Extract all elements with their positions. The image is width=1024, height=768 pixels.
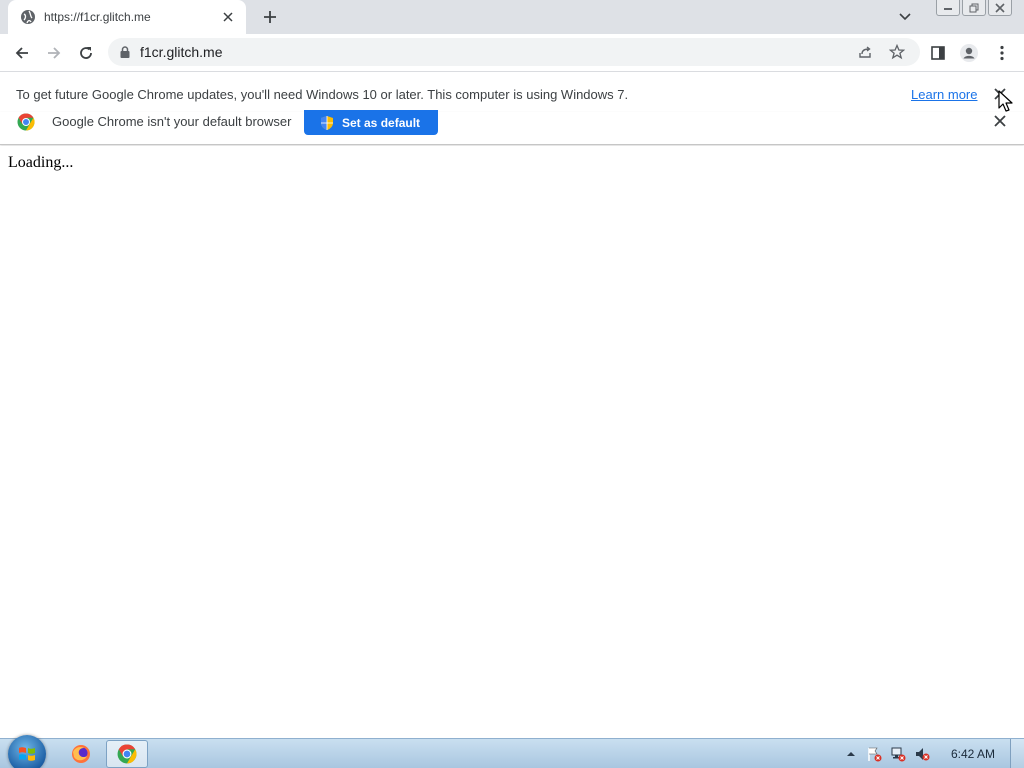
close-icon[interactable] [991, 112, 1009, 130]
taskbar-chrome[interactable] [106, 740, 148, 768]
show-hidden-icons-arrow-icon[interactable] [843, 746, 859, 762]
loading-text: Loading... [8, 154, 74, 171]
mouse-cursor-icon [998, 90, 1013, 112]
windows-logo-icon [19, 747, 35, 761]
tab-close-icon[interactable] [220, 9, 236, 25]
url-text: f1cr.glitch.me [140, 44, 223, 60]
new-tab-button[interactable] [258, 6, 282, 28]
profile-avatar-icon[interactable] [956, 40, 982, 66]
tab-active[interactable]: https://f1cr.glitch.me [8, 0, 246, 34]
set-as-default-button[interactable]: Set as default [304, 110, 438, 135]
page-content: Loading... [0, 146, 1024, 738]
show-desktop-button[interactable] [1010, 739, 1024, 768]
window-controls [936, 0, 1012, 16]
learn-more-link[interactable]: Learn more [911, 87, 977, 102]
chrome-logo-icon [17, 113, 35, 131]
default-browser-infobar: Google Chrome isn't your default browser… [0, 110, 1024, 145]
reload-button[interactable] [73, 40, 99, 66]
lock-icon[interactable] [120, 46, 130, 58]
volume-muted-icon[interactable] [914, 746, 930, 762]
tab-strip: https://f1cr.glitch.me [0, 0, 1024, 34]
minimize-button[interactable] [936, 0, 960, 16]
windows-taskbar: 6:42 AM [0, 735, 1024, 768]
share-icon[interactable] [856, 43, 874, 61]
update-warning-infobar: To get future Google Chrome updates, you… [0, 71, 1024, 115]
action-center-flag-icon[interactable] [866, 746, 882, 762]
chrome-icon [117, 744, 137, 764]
forward-button[interactable] [41, 40, 67, 66]
side-panel-icon[interactable] [925, 40, 951, 66]
default-browser-message: Google Chrome isn't your default browser [52, 114, 292, 129]
bookmark-star-icon[interactable] [888, 43, 906, 61]
menu-kebab-icon[interactable] [989, 40, 1015, 66]
start-button[interactable] [8, 735, 46, 768]
back-button[interactable] [9, 40, 35, 66]
taskbar-clock[interactable]: 6:42 AM [951, 747, 995, 761]
close-window-button[interactable] [988, 0, 1012, 16]
globe-icon [20, 9, 36, 25]
uac-shield-icon [320, 115, 334, 131]
tab-search-chevron-icon[interactable] [894, 6, 916, 28]
update-warning-message: To get future Google Chrome updates, you… [16, 87, 629, 102]
tab-title: https://f1cr.glitch.me [44, 10, 151, 24]
browser-toolbar: f1cr.glitch.me [0, 34, 1024, 71]
network-icon[interactable] [890, 746, 906, 762]
restore-button[interactable] [962, 0, 986, 16]
set-as-default-label: Set as default [342, 115, 421, 130]
firefox-icon [72, 745, 90, 763]
taskbar-firefox[interactable] [60, 740, 102, 768]
address-bar[interactable]: f1cr.glitch.me [108, 38, 920, 66]
